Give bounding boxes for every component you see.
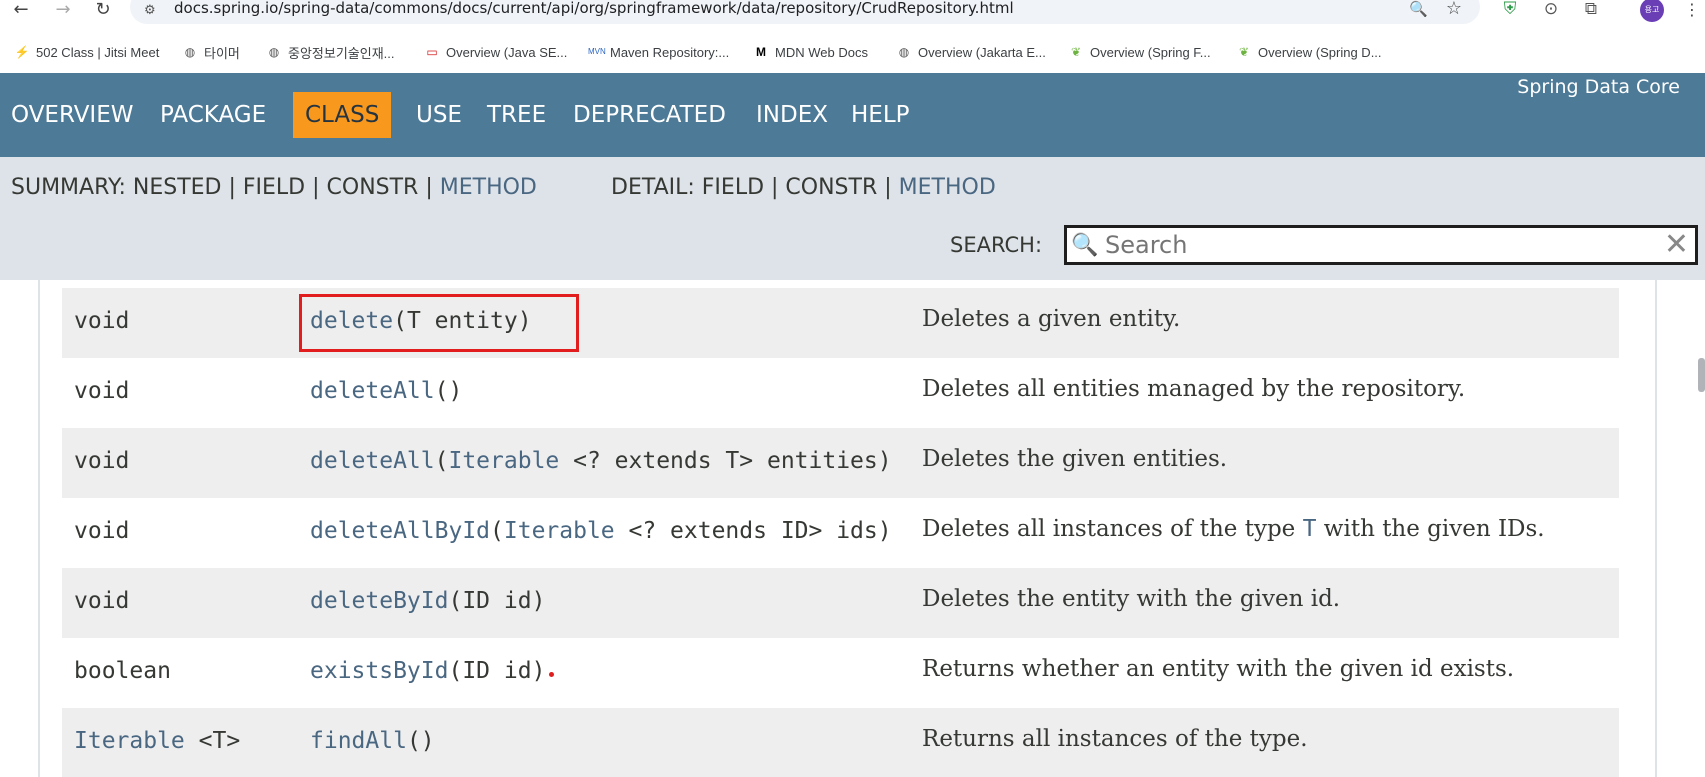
forward-arrow-icon[interactable]: →: [48, 0, 78, 22]
nav-use[interactable]: USE: [416, 92, 462, 138]
method-signature: deleteById(ID id): [310, 588, 546, 614]
method-link[interactable]: existsById: [310, 658, 448, 684]
bookmark-item[interactable]: ▭ Overview (Java SE...: [424, 42, 567, 62]
url-text[interactable]: docs.spring.io/spring-data/commons/docs/…: [174, 0, 1014, 17]
oracle-icon: ▭: [426, 45, 438, 59]
method-link[interactable]: deleteAllById: [310, 518, 490, 544]
method-summary: void delete(T entity) Deletes a given en…: [0, 280, 1705, 777]
method-description: Returns whether an entity with the given…: [922, 656, 1515, 682]
method-link[interactable]: deleteAll: [310, 378, 435, 404]
jitsi-icon: ⚡: [14, 45, 30, 59]
globe-icon: ◍: [184, 45, 196, 59]
summary-method-link[interactable]: METHOD: [440, 175, 537, 200]
method-signature: deleteAll(): [310, 378, 463, 404]
method-description: Deletes a given entity.: [922, 306, 1181, 332]
bookmark-item[interactable]: ◍ 타이머: [182, 42, 240, 62]
browser-toolbar: ← → ↻ ⚙ docs.spring.io/spring-data/commo…: [0, 0, 1705, 30]
method-signature: deleteAll(Iterable <? extends T> entitie…: [310, 448, 892, 474]
mdn-icon: M: [756, 45, 766, 59]
search-box[interactable]: 🔍 ✕: [1064, 225, 1698, 265]
bookmark-item[interactable]: ❦ Overview (Spring F...: [1068, 42, 1211, 62]
method-description: Deletes the entity with the given id.: [922, 586, 1341, 612]
spring-icon: ❦: [1070, 45, 1082, 59]
method-description: Deletes all instances of the type T with…: [922, 516, 1545, 542]
type-link[interactable]: Iterable: [448, 448, 559, 474]
return-type: void: [74, 308, 130, 334]
method-link[interactable]: deleteById: [310, 588, 448, 614]
return-type: boolean: [74, 658, 171, 684]
method-description: Deletes the given entities.: [922, 446, 1228, 472]
shield-extension-icon[interactable]: ⛨: [1500, 0, 1520, 20]
bookmark-item[interactable]: ◍ Overview (Jakarta E...: [896, 42, 1046, 62]
method-description: Returns all instances of the type.: [922, 726, 1308, 752]
table-row: void deleteAll(Iterable <? extends T> en…: [62, 428, 1619, 498]
bookmark-star-icon[interactable]: ☆: [1446, 0, 1462, 19]
detail-method-link[interactable]: METHOD: [899, 175, 996, 200]
method-link[interactable]: findAll: [310, 728, 407, 754]
table-row: void deleteAll() Deletes all entities ma…: [62, 358, 1619, 428]
puzzle-extensions-icon[interactable]: ⧉: [1580, 0, 1602, 20]
nav-package[interactable]: PACKAGE: [160, 92, 266, 138]
search-input[interactable]: [1105, 231, 1645, 259]
method-description: Deletes all entities managed by the repo…: [922, 376, 1466, 402]
address-bar[interactable]: ⚙ docs.spring.io/spring-data/commons/doc…: [130, 0, 1480, 24]
browser-menu-icon[interactable]: ⋮: [1684, 0, 1700, 20]
type-link[interactable]: Iterable: [504, 518, 615, 544]
globe-icon: ◍: [268, 45, 280, 59]
return-type: void: [74, 518, 130, 544]
maven-icon: MVN: [588, 47, 606, 56]
annotation-dot: [549, 672, 554, 677]
globe-icon: ◍: [898, 45, 910, 59]
profile-avatar[interactable]: 용고: [1640, 0, 1664, 22]
bookmark-item[interactable]: M MDN Web Docs: [753, 42, 868, 62]
content-border: [1655, 280, 1657, 777]
highlight-box: [299, 294, 579, 352]
bookmark-item[interactable]: MVN Maven Repository:...: [588, 42, 729, 62]
site-settings-icon[interactable]: ⚙: [144, 4, 158, 18]
search-icon: 🔍: [1071, 233, 1099, 258]
table-row: void deleteAllById(Iterable <? extends I…: [62, 498, 1619, 568]
nav-overview[interactable]: OVERVIEW: [11, 92, 133, 138]
return-type: void: [74, 448, 130, 474]
return-type: Iterable <T>: [74, 728, 241, 754]
return-type: void: [74, 378, 130, 404]
content-border: [38, 280, 40, 777]
table-row: void delete(T entity) Deletes a given en…: [62, 288, 1619, 358]
table-row: void deleteById(ID id) Deletes the entit…: [62, 568, 1619, 638]
search-label: SEARCH:: [950, 233, 1043, 257]
bookmark-item[interactable]: ⚡ 502 Class | Jitsi Meet: [14, 42, 160, 62]
detail-links: DETAIL: FIELD | CONSTR | METHOD: [611, 175, 996, 200]
spring-icon: ❦: [1238, 45, 1250, 59]
return-type: void: [74, 588, 130, 614]
javadoc-top-nav: OVERVIEW PACKAGE CLASS USE TREE DEPRECAT…: [0, 73, 1705, 157]
method-signature: deleteAllById(Iterable <? extends ID> id…: [310, 518, 892, 544]
zoom-icon[interactable]: 🔍: [1409, 0, 1428, 18]
clear-search-icon[interactable]: ✕: [1664, 229, 1689, 261]
table-row: boolean existsById(ID id) Returns whethe…: [62, 638, 1619, 708]
javadoc-sub-nav: SUMMARY: NESTED | FIELD | CONSTR | METHO…: [0, 157, 1705, 280]
nav-help[interactable]: HELP: [851, 92, 910, 138]
nav-index[interactable]: INDEX: [756, 92, 828, 138]
brand-title: Spring Data Core: [1517, 76, 1680, 98]
bookmark-item[interactable]: ❦ Overview (Spring D...: [1236, 42, 1382, 62]
nav-deprecated[interactable]: DEPRECATED: [573, 92, 726, 138]
type-link[interactable]: Iterable: [74, 728, 185, 754]
method-signature: findAll(): [310, 728, 435, 754]
extension-icon[interactable]: ⊙: [1540, 0, 1562, 20]
method-table: void delete(T entity) Deletes a given en…: [62, 288, 1619, 777]
table-row: Iterable <T> findAll() Returns all insta…: [62, 708, 1619, 777]
bookmarks-bar: ⚡ 502 Class | Jitsi Meet ◍ 타이머 ◍ 중앙정보기술인재..…: [0, 36, 1705, 66]
nav-tree[interactable]: TREE: [487, 92, 546, 138]
back-arrow-icon[interactable]: ←: [6, 0, 36, 22]
nav-class[interactable]: CLASS: [293, 92, 392, 138]
bookmark-item[interactable]: ◍ 중앙정보기술인재...: [266, 42, 395, 62]
scrollbar-thumb[interactable]: [1698, 358, 1705, 392]
method-link[interactable]: deleteAll: [310, 448, 435, 474]
summary-links: SUMMARY: NESTED | FIELD | CONSTR | METHO…: [11, 175, 537, 200]
method-signature: existsById(ID id): [310, 658, 546, 684]
reload-icon[interactable]: ↻: [88, 0, 118, 22]
